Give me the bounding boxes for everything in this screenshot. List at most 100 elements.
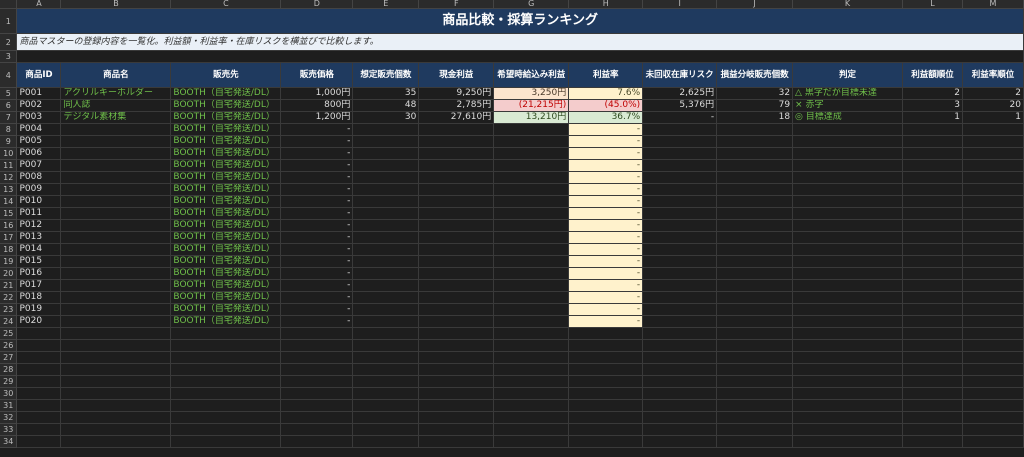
cell-expected-qty[interactable] [352,303,420,316]
cell-channel[interactable]: BOOTH（自宅発送/DL） [170,231,282,244]
empty-cell[interactable] [418,387,495,400]
empty-cell[interactable] [902,375,963,388]
cell-inventory-risk[interactable] [642,279,718,292]
empty-cell[interactable] [792,411,904,424]
empty-cell[interactable] [568,339,644,352]
cell-cash-profit[interactable] [418,231,495,244]
cell-rate-rank[interactable] [962,123,1024,136]
cell-product-id[interactable]: P010 [16,195,62,208]
cell-channel[interactable]: BOOTH（自宅発送/DL） [170,207,282,220]
cell-price[interactable]: 1,000円 [280,87,354,100]
cell-product-id[interactable]: P008 [16,171,62,184]
empty-cell[interactable] [280,399,354,412]
cell-expected-qty[interactable] [352,231,420,244]
cell-profit-rate[interactable]: - [568,183,644,196]
cell-product-name[interactable] [60,291,172,304]
cell-product-name[interactable] [60,219,172,232]
empty-cell[interactable] [418,435,495,448]
empty-cell[interactable] [280,423,354,436]
cell-breakeven[interactable] [716,123,794,136]
cell-profit-rate[interactable]: - [568,195,644,208]
empty-cell[interactable] [642,423,718,436]
cell-product-id[interactable]: P018 [16,291,62,304]
empty-cell[interactable] [962,399,1024,412]
cell-profit-rate[interactable]: - [568,303,644,316]
cell-profit-rate[interactable]: - [568,171,644,184]
cell-judgement[interactable] [792,255,904,268]
cell-channel[interactable]: BOOTH（自宅発送/DL） [170,243,282,256]
cell-judgement[interactable] [792,207,904,220]
cell-profit-rate[interactable]: - [568,267,644,280]
cell-inventory-risk[interactable] [642,195,718,208]
empty-cell[interactable] [280,387,354,400]
cell-rate-rank[interactable] [962,267,1024,280]
cell-price[interactable]: 800円 [280,99,354,112]
empty-cell[interactable] [568,423,644,436]
cell-breakeven[interactable] [716,207,794,220]
cell-rate-rank[interactable] [962,315,1024,328]
cell-inventory-risk[interactable] [642,315,718,328]
empty-cell[interactable] [60,339,172,352]
empty-cell[interactable] [902,363,963,376]
empty-cell[interactable] [280,339,354,352]
sheet-description[interactable]: 商品マスターの登録内容を一覧化。利益額・利益率・在庫リスクを横並びで比較します。 [16,33,1024,51]
cell-inventory-risk[interactable] [642,243,718,256]
empty-cell[interactable] [962,351,1024,364]
cell-wage-profit[interactable] [493,315,570,328]
cell-breakeven[interactable] [716,291,794,304]
column-header-f[interactable]: F [418,0,495,9]
cell-breakeven[interactable] [716,243,794,256]
cell-inventory-risk[interactable] [642,183,718,196]
cell-wage-profit[interactable] [493,267,570,280]
cell-rate-rank[interactable] [962,255,1024,268]
row-number[interactable]: 30 [0,387,18,400]
empty-cell[interactable] [352,375,420,388]
empty-cell[interactable] [716,411,794,424]
cell-breakeven[interactable] [716,147,794,160]
cell-wage-profit[interactable] [493,255,570,268]
cell-breakeven[interactable] [716,255,794,268]
cell-cash-profit[interactable] [418,303,495,316]
cell-profit-rank[interactable] [902,255,963,268]
column-header-d[interactable]: D [280,0,354,9]
cell-profit-rate[interactable]: - [568,255,644,268]
cell-inventory-risk[interactable] [642,171,718,184]
cell-breakeven[interactable] [716,279,794,292]
cell-product-name[interactable]: デジタル素材集 [60,111,172,124]
empty-cell[interactable] [792,351,904,364]
cell-product-name[interactable] [60,123,172,136]
cell-cash-profit[interactable] [418,243,495,256]
empty-cell[interactable] [568,351,644,364]
empty-cell[interactable] [716,399,794,412]
empty-cell[interactable] [352,435,420,448]
empty-cell[interactable] [642,363,718,376]
cell-profit-rate[interactable]: - [568,231,644,244]
row-number[interactable]: 10 [0,147,18,160]
empty-cell[interactable] [642,327,718,340]
empty-cell[interactable] [962,423,1024,436]
cell-rate-rank[interactable] [962,243,1024,256]
empty-cell[interactable] [352,327,420,340]
cell-profit-rank[interactable]: 1 [902,111,963,124]
header-profit-rank[interactable]: 利益額順位 [902,62,963,88]
cell-price[interactable]: - [280,171,354,184]
cell-wage-profit[interactable]: (21,215円) [493,99,570,112]
cell-price[interactable]: - [280,159,354,172]
cell-cash-profit[interactable] [418,279,495,292]
cell-expected-qty[interactable]: 30 [352,111,420,124]
column-header-j[interactable]: J [716,0,794,9]
cell-expected-qty[interactable] [352,183,420,196]
empty-cell[interactable] [902,435,963,448]
cell-price[interactable]: - [280,207,354,220]
cell-price[interactable]: - [280,303,354,316]
empty-cell[interactable] [60,327,172,340]
empty-cell[interactable] [60,351,172,364]
cell-profit-rank[interactable]: 3 [902,99,963,112]
cell-product-id[interactable]: P017 [16,279,62,292]
cell-profit-rank[interactable]: 2 [902,87,963,100]
cell-product-id[interactable]: P015 [16,255,62,268]
cell-inventory-risk[interactable] [642,255,718,268]
empty-cell[interactable] [60,423,172,436]
cell-product-name[interactable] [60,159,172,172]
cell-expected-qty[interactable]: 48 [352,99,420,112]
